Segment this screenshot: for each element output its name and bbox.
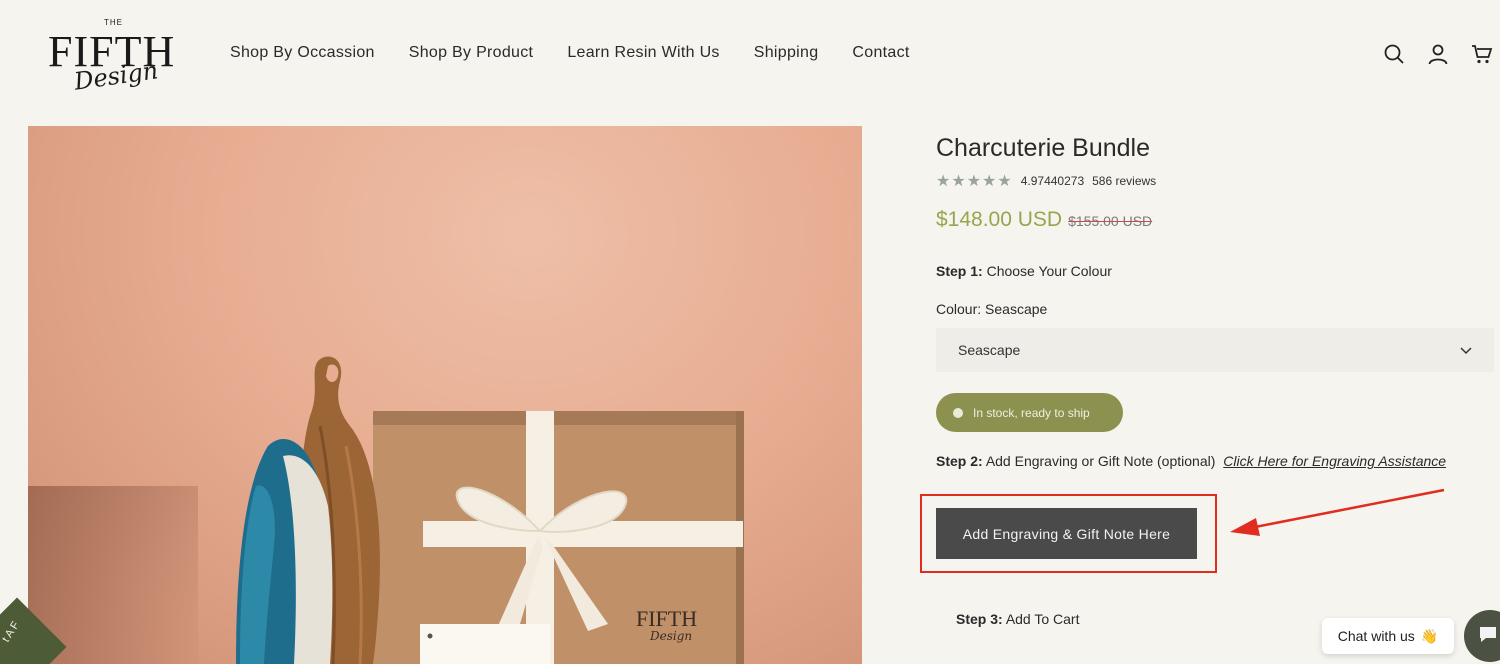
review-count[interactable]: 586 reviews xyxy=(1092,174,1156,188)
colour-select[interactable]: Seascape xyxy=(936,328,1494,372)
account-icon[interactable] xyxy=(1426,42,1450,66)
colour-label: Colour: Seascape xyxy=(936,301,1047,317)
compare-price: $155.00 USD xyxy=(1068,213,1153,229)
nav-item-contact[interactable]: Contact xyxy=(852,44,909,62)
step-2-text: Add Engraving or Gift Note (optional) xyxy=(985,453,1216,469)
stock-status-badge: In stock, ready to ship xyxy=(936,393,1123,432)
box-logo-fifth: FIFTH xyxy=(636,606,697,631)
colour-select-value: Seascape xyxy=(958,342,1021,358)
product-title: Charcuterie Bundle xyxy=(936,134,1151,162)
add-engraving-button[interactable]: Add Engraving & Gift Note Here xyxy=(936,508,1197,559)
product-image[interactable]: FIFTH Design xyxy=(28,126,862,664)
main-nav: Shop By Occassion Shop By Product Learn … xyxy=(230,44,910,62)
chat-bubble[interactable]: Chat with us 👋 xyxy=(1322,618,1454,654)
product-rating[interactable]: ★★★★★ 4.97440273 586 reviews xyxy=(936,171,1156,191)
stock-dot-icon xyxy=(953,407,963,418)
chevron-down-icon xyxy=(1460,342,1472,358)
search-icon[interactable] xyxy=(1382,42,1406,66)
nav-item-shop-by-occassion[interactable]: Shop By Occassion xyxy=(230,44,375,62)
colour-label-value: Seascape xyxy=(985,301,1048,317)
step-3-text: Add To Cart xyxy=(1005,611,1080,627)
step-2: Step 2: Add Engraving or Gift Note (opti… xyxy=(936,453,1446,469)
product-illustration: FIFTH Design xyxy=(236,356,744,664)
rating-value: 4.97440273 xyxy=(1020,174,1085,188)
nav-item-learn-resin[interactable]: Learn Resin With Us xyxy=(567,44,719,62)
cart-icon[interactable] xyxy=(1470,42,1494,66)
annotation-arrow-icon xyxy=(1230,488,1445,536)
price-row: $148.00 USD $155.00 USD xyxy=(936,208,1152,232)
step-1-label: Step 1: xyxy=(936,263,983,279)
chat-button[interactable] xyxy=(1464,610,1500,662)
step-3-label: Step 3: xyxy=(956,611,1003,627)
chat-icon xyxy=(1478,625,1498,648)
engraving-assistance-link[interactable]: Click Here for Engraving Assistance xyxy=(1223,453,1446,469)
site-logo[interactable]: THE FIFTH Design xyxy=(48,18,178,96)
step-2-label: Step 2: xyxy=(936,453,983,469)
step-1-text: Choose Your Colour xyxy=(986,263,1112,279)
stock-status-text: In stock, ready to ship xyxy=(973,405,1090,420)
chat-label: Chat with us xyxy=(1337,628,1415,644)
sale-price: $148.00 USD xyxy=(936,208,1063,231)
colour-label-prefix: Colour: xyxy=(936,301,982,317)
waving-hand-icon: 👋 xyxy=(1420,627,1439,644)
nav-item-shipping[interactable]: Shipping xyxy=(754,44,819,62)
step-1: Step 1: Choose Your Colour xyxy=(936,263,1112,279)
box-logo-design: Design xyxy=(649,629,692,643)
star-rating-icon: ★★★★★ xyxy=(936,173,1013,190)
nav-item-shop-by-product[interactable]: Shop By Product xyxy=(409,44,534,62)
header-icons xyxy=(1382,42,1494,66)
step-3: Step 3: Add To Cart xyxy=(956,611,1079,627)
